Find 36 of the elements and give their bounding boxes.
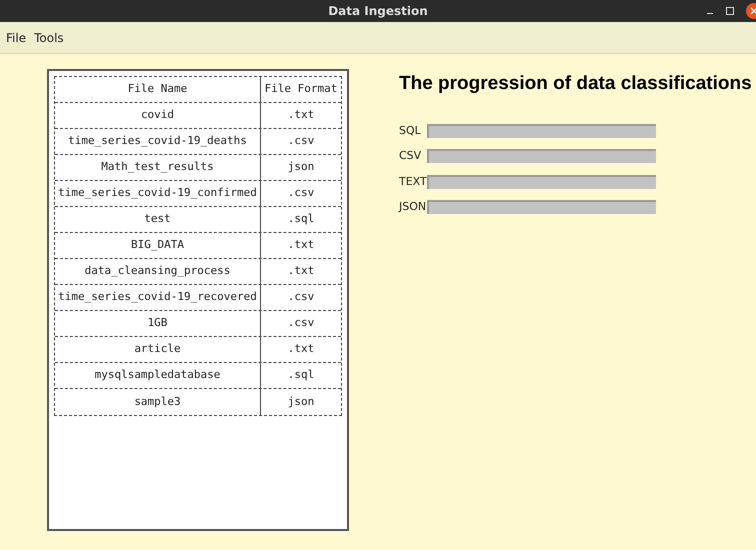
table-cell: Math_test_results [55, 155, 261, 180]
table-cell-text: json [286, 394, 316, 410]
table-cell-text: json [286, 159, 316, 176]
table-cell: time_series_covid-19_deaths [55, 129, 261, 154]
close-icon[interactable] [746, 3, 756, 19]
table-cell-text: .txt [286, 107, 316, 124]
table-cell: test [55, 207, 261, 232]
table-cell: covid [55, 103, 261, 128]
table-cell-text: .txt [286, 237, 316, 254]
table-cell-text: .csv [286, 133, 316, 150]
table-cell-text: .csv [286, 315, 316, 332]
table-cell: 1GB [55, 311, 261, 336]
maximize-icon[interactable] [726, 7, 734, 15]
table-cell-text: .txt [286, 263, 316, 280]
table-cell: time_series_covid-19_confirmed [55, 181, 261, 206]
table-cell-text: .csv [286, 185, 316, 202]
progress-label: JSON [399, 199, 427, 215]
table-cell: mysqlsampledatabase [55, 363, 261, 388]
window-title: Data Ingestion [328, 3, 428, 20]
table-cell-text: .sql [286, 211, 316, 228]
progress-label: CSV [399, 148, 422, 164]
progress-label: SQL [399, 122, 422, 138]
column-header: File Name [55, 77, 261, 102]
table-cell-text: .csv [286, 289, 316, 306]
table-cell-text: .sql [286, 367, 316, 384]
table-cell: BIG_DATA [55, 233, 261, 258]
table-cell-text: .txt [286, 341, 316, 358]
heading: The progression of data classifications [399, 72, 752, 96]
table-cell: data_cleansing_process [55, 259, 261, 284]
menu-item[interactable]: File [6, 28, 26, 46]
menu-item[interactable]: Tools [34, 28, 64, 46]
table-cell: time_series_covid-19_recovered [55, 285, 261, 310]
table-cell: article [55, 337, 261, 362]
progress-label: TEXT [399, 174, 427, 190]
column-header: File Format [264, 81, 338, 98]
table-cell: sample3 [55, 389, 261, 415]
